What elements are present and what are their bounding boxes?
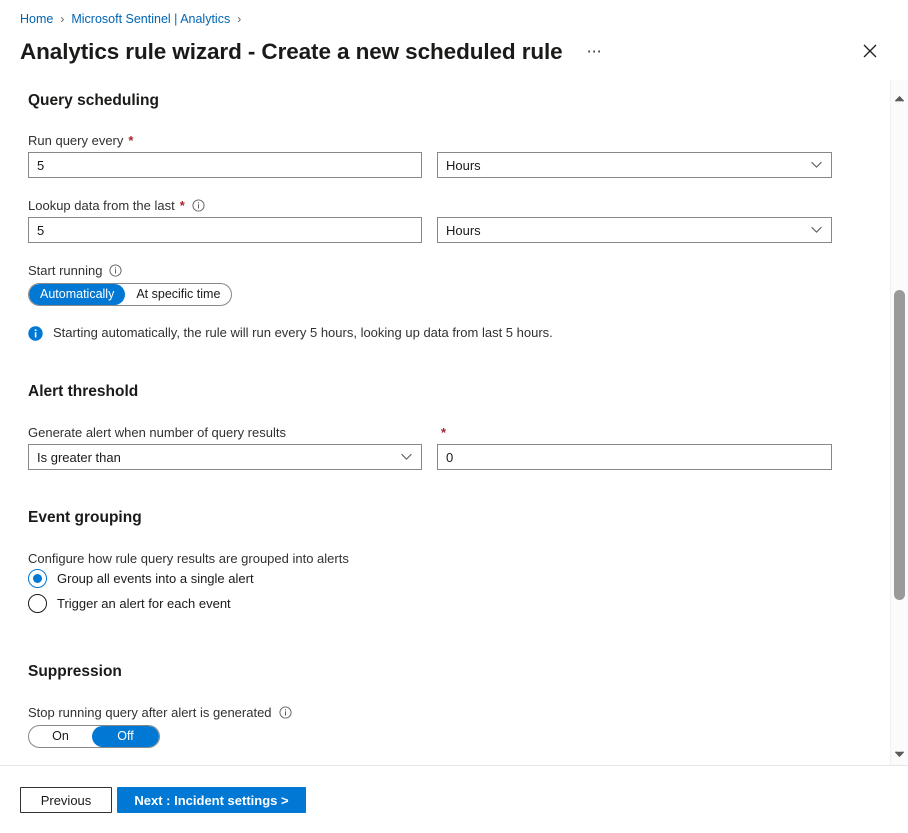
- required-asterisk: *: [180, 199, 185, 212]
- wizard-content-scroll-area: Query scheduling Run query every * Hours…: [0, 80, 884, 765]
- next-incident-settings-button[interactable]: Next : Incident settings >: [117, 787, 306, 813]
- lookup-data-input[interactable]: [28, 217, 422, 243]
- suppression-toggle-group[interactable]: On Off: [28, 725, 160, 748]
- label-lookup-data-text: Lookup data from the last: [28, 198, 175, 213]
- label-alert-threshold-condition: Generate alert when number of query resu…: [28, 425, 286, 440]
- info-filled-icon: [28, 326, 43, 344]
- start-running-toggle-group[interactable]: Automatically At specific time: [28, 283, 232, 306]
- run-query-every-input[interactable]: [28, 152, 422, 178]
- label-suppression-text: Stop running query after alert is genera…: [28, 705, 272, 720]
- label-lookup-data: Lookup data from the last *: [28, 198, 205, 213]
- radio-icon-selected[interactable]: [28, 569, 47, 588]
- required-asterisk: *: [128, 134, 133, 147]
- page-title: Analytics rule wizard - Create a new sch…: [20, 39, 563, 65]
- radio-group-all-events[interactable]: Group all events into a single alert: [28, 569, 254, 588]
- label-start-running-text: Start running: [28, 263, 102, 278]
- radio-icon-unselected[interactable]: [28, 594, 47, 613]
- previous-button[interactable]: Previous: [20, 787, 112, 813]
- scrollbar-down-arrow[interactable]: [891, 745, 908, 762]
- more-options-button[interactable]: ⋯: [581, 46, 608, 58]
- radio-trigger-each-event[interactable]: Trigger an alert for each event: [28, 594, 231, 613]
- run-query-every-unit-value: Hours: [446, 158, 481, 173]
- content-scrollbar[interactable]: [890, 80, 908, 765]
- start-running-option-automatically[interactable]: Automatically: [29, 284, 125, 305]
- lookup-data-unit-value: Hours: [446, 223, 481, 238]
- chevron-up-icon: [895, 96, 904, 102]
- event-grouping-description: Configure how rule query results are gro…: [28, 551, 349, 566]
- chevron-down-icon: [811, 227, 822, 234]
- alert-threshold-condition-value: Is greater than: [37, 450, 121, 465]
- info-icon-glyph: [109, 264, 122, 277]
- suppression-option-on[interactable]: On: [29, 726, 92, 747]
- label-start-running: Start running: [28, 263, 122, 278]
- info-icon[interactable]: [279, 706, 292, 719]
- label-alert-threshold-condition-text: Generate alert when number of query resu…: [28, 425, 286, 440]
- breadcrumb-item-home[interactable]: Home: [20, 12, 53, 26]
- close-button[interactable]: [857, 38, 883, 64]
- info-icon[interactable]: [109, 264, 122, 277]
- alert-threshold-condition-dropdown[interactable]: Is greater than: [28, 444, 422, 470]
- breadcrumb-separator-icon: ›: [60, 12, 64, 26]
- scheduling-info-text: Starting automatically, the rule will ru…: [53, 325, 553, 340]
- start-running-option-at-specific-time[interactable]: At specific time: [125, 284, 231, 305]
- label-run-query-every: Run query every *: [28, 133, 133, 148]
- section-heading-suppression: Suppression: [28, 663, 122, 681]
- label-suppression: Stop running query after alert is genera…: [28, 705, 292, 720]
- section-heading-event-grouping: Event grouping: [28, 509, 142, 527]
- radio-label-group-all-events: Group all events into a single alert: [57, 571, 254, 586]
- wizard-footer: Previous Next : Incident settings >: [0, 766, 908, 833]
- scheduling-info-banner: Starting automatically, the rule will ru…: [28, 325, 828, 344]
- chevron-down-icon: [895, 751, 904, 757]
- radio-label-trigger-each-event: Trigger an alert for each event: [57, 596, 231, 611]
- info-icon[interactable]: [192, 199, 205, 212]
- required-asterisk: *: [441, 426, 446, 439]
- label-run-query-every-text: Run query every: [28, 133, 123, 148]
- info-icon-glyph: [279, 706, 292, 719]
- scrollbar-up-arrow[interactable]: [891, 90, 908, 107]
- suppression-option-off[interactable]: Off: [92, 726, 159, 747]
- info-icon-glyph: [192, 199, 205, 212]
- breadcrumb: Home › Microsoft Sentinel | Analytics ›: [20, 10, 248, 28]
- alert-threshold-value-input[interactable]: [437, 444, 832, 470]
- run-query-every-unit-dropdown[interactable]: Hours: [437, 152, 832, 178]
- section-heading-alert-threshold: Alert threshold: [28, 383, 138, 401]
- chevron-down-icon: [811, 162, 822, 169]
- lookup-data-unit-dropdown[interactable]: Hours: [437, 217, 832, 243]
- scrollbar-thumb[interactable]: [894, 290, 905, 600]
- section-heading-query-scheduling: Query scheduling: [28, 92, 159, 110]
- close-icon: [863, 44, 877, 58]
- breadcrumb-item-sentinel-analytics[interactable]: Microsoft Sentinel | Analytics: [71, 12, 230, 26]
- breadcrumb-separator-icon-2: ›: [237, 12, 241, 26]
- header-title-row: Analytics rule wizard - Create a new sch…: [20, 34, 888, 70]
- chevron-down-icon: [401, 454, 412, 461]
